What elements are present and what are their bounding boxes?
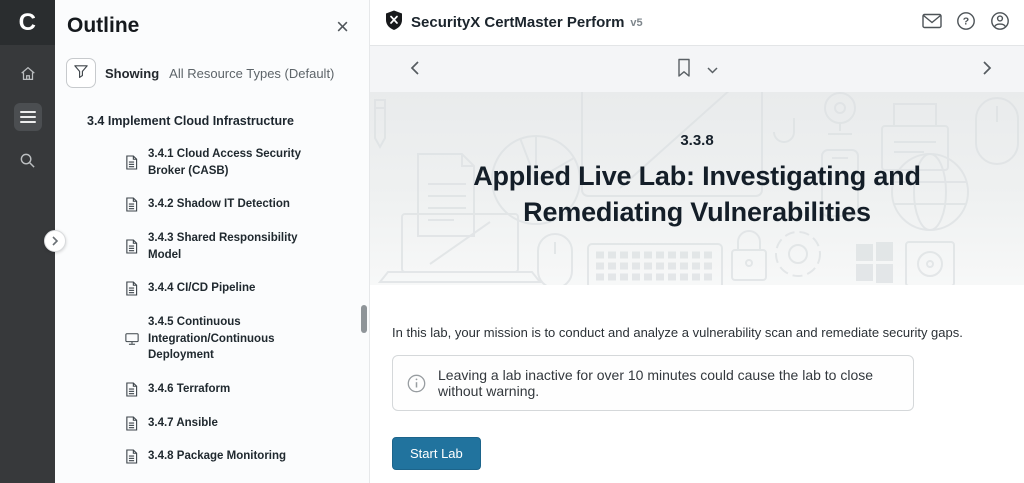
funnel-icon [73,64,89,82]
help-button[interactable]: ? [956,11,976,34]
collapse-panel-button[interactable] [44,230,66,252]
bookmark-icon [676,58,692,81]
start-lab-button[interactable]: Start Lab [392,437,481,470]
chevron-right-icon [982,60,992,79]
outline-list: 3.4 Implement Cloud Infrastructure 3.4.1… [55,114,369,483]
shield-x-icon [385,10,403,36]
info-icon [407,374,426,393]
outline-panel: Outline × Showing All Resource Types (De… [55,0,370,483]
outline-item[interactable]: 3.4.4 CI/CD Pipeline [87,280,369,297]
help-icon: ? [956,11,976,34]
search-button[interactable] [14,146,42,174]
notice-box: Leaving a lab inactive for over 10 minut… [392,355,914,411]
lesson-navbar [370,46,1024,92]
chevron-left-icon [410,60,420,79]
outline-item[interactable]: 3.4.1 Cloud Access Security Broker (CASB… [87,146,369,179]
chevron-down-icon [707,62,718,77]
hamburger-icon [20,110,36,124]
lesson-number: 3.3.8 [370,132,1024,149]
outline-item[interactable]: 3.4.2 Shadow IT Detection [87,196,369,213]
outline-item[interactable]: 3.4.3 Shared Responsibility Model [87,230,369,263]
document-icon [125,382,139,397]
app-window: C Outline [0,0,1024,483]
outline-section-header[interactable]: 3.4 Implement Cloud Infrastructure [87,114,369,128]
document-icon [125,197,139,212]
bookmark-button[interactable] [676,58,692,81]
previous-lesson-button[interactable] [392,46,438,92]
next-lesson-button[interactable] [964,46,1010,92]
chevron-right-icon [51,234,59,249]
document-icon [125,281,139,296]
account-icon [990,11,1010,34]
outline-title: Outline [67,14,139,38]
close-icon: × [336,14,349,39]
account-button[interactable] [990,11,1010,34]
comptia-logo: C [0,0,55,45]
document-icon [125,155,139,170]
lesson-banner: 3.3.8 Applied Live Lab: Investigating an… [370,92,1024,285]
filter-button[interactable] [66,58,96,88]
lesson-title: Applied Live Lab: Investigating and Reme… [397,158,997,231]
showing-label: Showing [105,66,159,81]
document-icon [125,416,139,431]
monitor-icon [125,332,139,346]
mail-icon [922,13,942,32]
course-header: SecurityX CertMaster Perform v5 ? [370,0,1024,46]
course-brand: SecurityX CertMaster Perform v5 [385,10,643,36]
outline-scrollbar-thumb[interactable] [361,305,367,333]
svg-text:?: ? [963,16,969,28]
main-area: SecurityX CertMaster Perform v5 ? [370,0,1024,483]
outline-item[interactable]: 3.4.8 Package Monitoring [87,448,369,465]
search-icon [19,152,36,169]
filter-value: All Resource Types (Default) [169,66,334,81]
outline-item[interactable]: 3.4.7 Ansible [87,415,369,432]
home-icon [19,65,37,83]
mail-button[interactable] [922,13,942,32]
notice-text: Leaving a lab inactive for over 10 minut… [438,367,897,399]
bookmark-menu-button[interactable] [707,62,718,77]
outline-item[interactable]: 3.4.6 Terraform [87,381,369,398]
document-icon [125,449,139,464]
app-version: v5 [630,17,642,29]
outline-menu-button[interactable] [14,103,42,131]
document-icon [125,239,139,254]
outline-item[interactable]: 3.4.5 Continuous Integration/Continuous … [87,314,369,364]
home-button[interactable] [14,60,42,88]
close-outline-button[interactable]: × [334,14,351,40]
lesson-content: In this lab, your mission is to conduct … [370,285,1024,483]
intro-paragraph: In this lab, your mission is to conduct … [392,325,1000,340]
app-title: SecurityX CertMaster Perform [411,14,624,31]
